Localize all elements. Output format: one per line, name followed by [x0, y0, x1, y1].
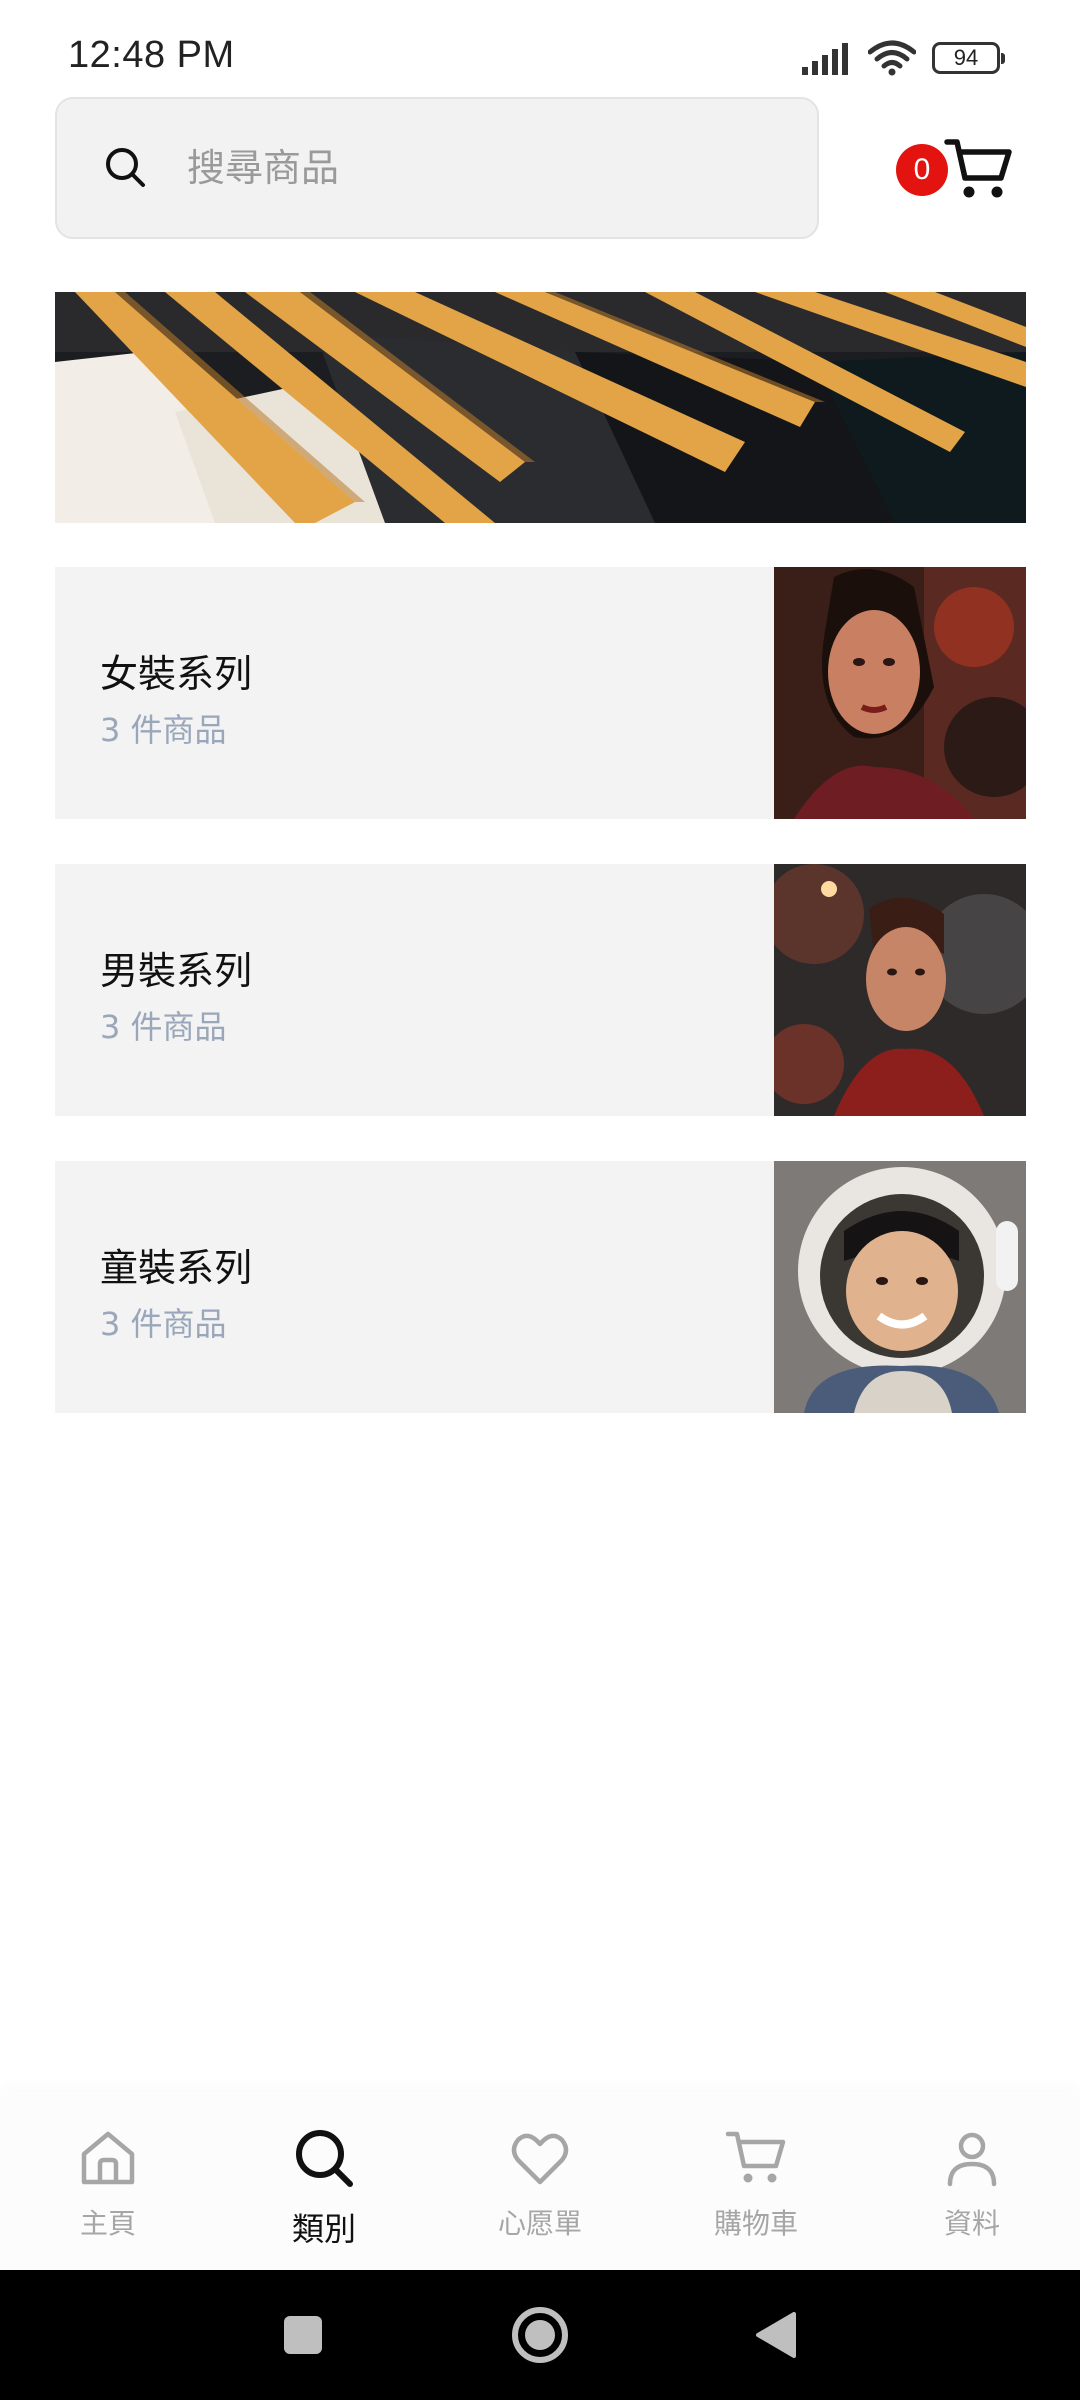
category-image-men — [774, 864, 1026, 1116]
cart-count-badge: 0 — [896, 144, 948, 196]
category-card-kids[interactable]: 童裝系列 3 件商品 — [55, 1161, 1026, 1413]
cart-icon — [725, 2131, 786, 2183]
search-icon — [296, 2130, 353, 2187]
hero-banner[interactable] — [55, 292, 1026, 523]
recent-apps-icon[interactable] — [268, 2300, 338, 2370]
bottom-nav: 主頁 類別 心愿單 購物車 資料 — [0, 2092, 1080, 2270]
status-icons: 94 — [802, 38, 1005, 78]
battery-indicator: 94 — [932, 42, 1005, 74]
category-card-women[interactable]: 女裝系列 3 件商品 — [55, 567, 1026, 819]
nav-label: 購物車 — [713, 2207, 798, 2240]
status-time: 12:48 PM — [68, 34, 235, 76]
category-count: 3 件商品 — [100, 711, 227, 749]
banner-image — [55, 292, 1026, 523]
app-screen: 12:48 PM 94 0 — [0, 0, 1080, 2400]
category-count: 3 件商品 — [100, 1008, 227, 1046]
system-navigation-bar — [0, 2270, 1080, 2400]
nav-label: 資料 — [943, 2207, 1000, 2240]
back-button-icon[interactable] — [742, 2300, 812, 2370]
wifi-icon — [868, 40, 916, 76]
cart-icon — [944, 139, 1012, 198]
nav-item-cart[interactable]: 購物車 — [648, 2092, 864, 2270]
category-title: 男裝系列 — [100, 949, 253, 993]
category-title: 童裝系列 — [100, 1246, 253, 1290]
nav-label: 主頁 — [79, 2207, 136, 2240]
cart-button[interactable]: 0 — [893, 130, 1018, 210]
nav-item-categories[interactable]: 類別 — [216, 2092, 432, 2270]
category-title: 女裝系列 — [100, 652, 253, 696]
status-bar: 12:48 PM 94 — [0, 0, 1080, 100]
nav-label: 心愿單 — [497, 2207, 582, 2240]
heart-icon — [511, 2133, 569, 2185]
person-icon — [947, 2132, 997, 2187]
nav-label: 類別 — [291, 2210, 356, 2248]
home-icon — [81, 2131, 135, 2185]
home-button-icon[interactable] — [505, 2300, 575, 2370]
category-image-women — [774, 567, 1026, 819]
nav-item-home[interactable]: 主頁 — [0, 2092, 216, 2270]
category-image-kids — [774, 1161, 1026, 1413]
search-icon — [106, 148, 145, 187]
signal-icon — [802, 43, 848, 75]
nav-item-profile[interactable]: 資料 — [864, 2092, 1080, 2270]
category-card-men[interactable]: 男裝系列 3 件商品 — [55, 864, 1026, 1116]
nav-item-wishlist[interactable]: 心愿單 — [432, 2092, 648, 2270]
search-input[interactable] — [187, 99, 787, 237]
category-count: 3 件商品 — [100, 1305, 227, 1343]
search-bar[interactable] — [55, 97, 819, 239]
